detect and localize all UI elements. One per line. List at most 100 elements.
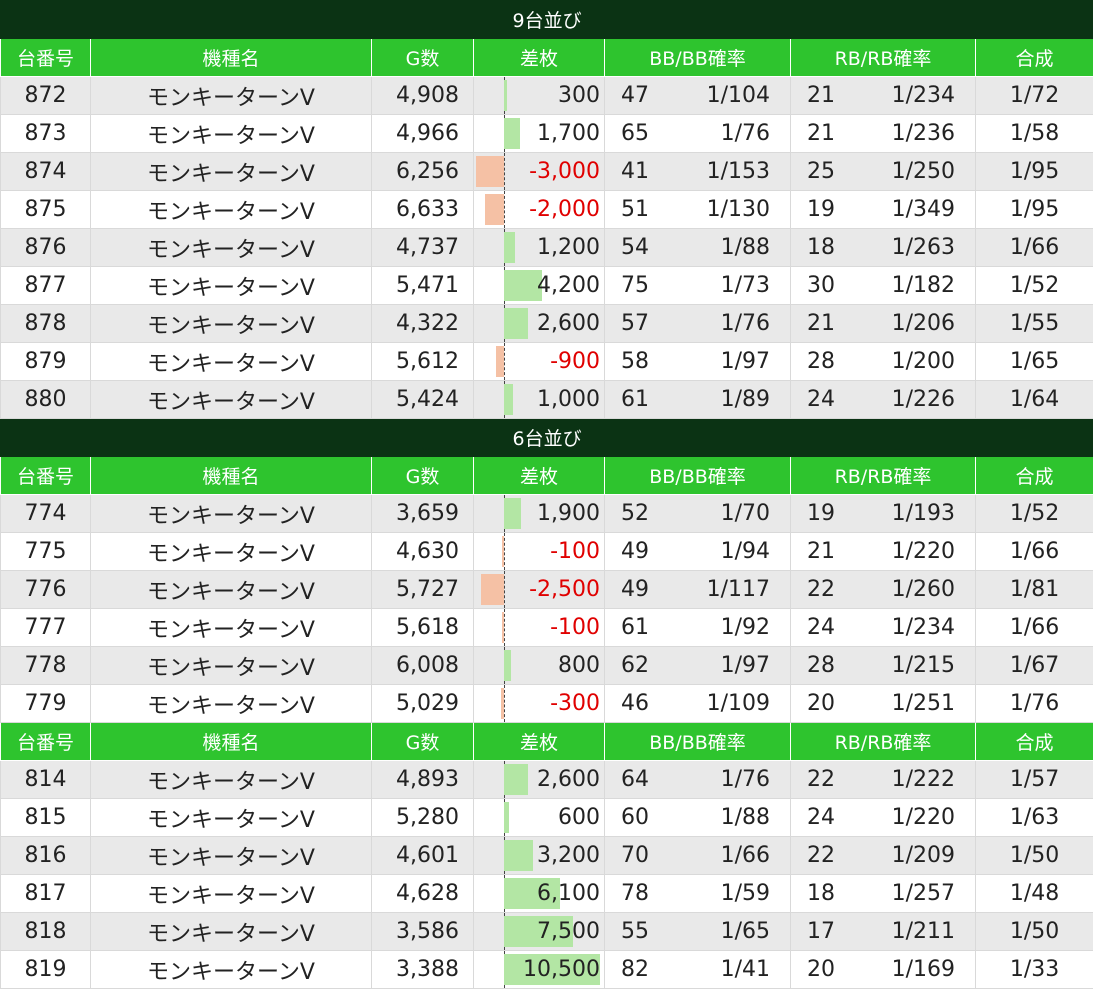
- diff-cell: 4,200: [474, 267, 605, 305]
- machine-model: モンキーターンV: [91, 837, 372, 875]
- diff-value: -2,500: [529, 577, 600, 602]
- rb-rate: 1/193: [892, 501, 955, 526]
- machine-number: 776: [1, 571, 91, 609]
- table-row: 774モンキーターンV3,6591,900521/70191/1931/52: [1, 495, 1093, 533]
- machine-number: 774: [1, 495, 91, 533]
- machine-number: 874: [1, 153, 91, 191]
- diff-cell: 7,500: [474, 913, 605, 951]
- rb-cell: 171/211: [791, 913, 976, 951]
- rb-count: 18: [807, 881, 835, 906]
- diff-bar: [504, 764, 528, 795]
- table-row: 776モンキーターンV5,727-2,500491/117221/2601/81: [1, 571, 1093, 609]
- diff-cell: -100: [474, 609, 605, 647]
- column-header: 台番号: [1, 39, 91, 77]
- bb-rate: 1/76: [721, 311, 770, 336]
- bb-count: 61: [621, 615, 649, 640]
- rb-rate: 1/349: [892, 197, 955, 222]
- machine-model: モンキーターンV: [91, 799, 372, 837]
- game-count: 3,586: [372, 913, 474, 951]
- machine-model: モンキーターンV: [91, 647, 372, 685]
- section-title: 6台並び: [1, 419, 1093, 457]
- column-header: RB/RB確率: [791, 39, 976, 77]
- combined-rate: 1/64: [976, 381, 1093, 419]
- machine-number: 879: [1, 343, 91, 381]
- diff-cell: 2,600: [474, 305, 605, 343]
- column-header: 機種名: [91, 457, 372, 495]
- diff-value: 7,500: [537, 919, 600, 944]
- diff-cell: -2,500: [474, 571, 605, 609]
- rb-rate: 1/182: [892, 273, 955, 298]
- header-row: 台番号機種名G数差枚BB/BB確率RB/RB確率合成: [1, 723, 1093, 761]
- bb-count: 41: [621, 159, 649, 184]
- game-count: 4,908: [372, 77, 474, 115]
- game-count: 5,618: [372, 609, 474, 647]
- diff-value: -900: [550, 349, 600, 374]
- machine-number: 877: [1, 267, 91, 305]
- rb-rate: 1/234: [892, 83, 955, 108]
- column-header: RB/RB確率: [791, 457, 976, 495]
- combined-rate: 1/66: [976, 229, 1093, 267]
- diff-bar: [504, 840, 533, 871]
- diff-cell: 1,200: [474, 229, 605, 267]
- rb-count: 19: [807, 197, 835, 222]
- zero-axis: [504, 609, 505, 646]
- bb-rate: 1/73: [721, 273, 770, 298]
- bb-cell: 541/88: [605, 229, 791, 267]
- machine-number: 817: [1, 875, 91, 913]
- rb-cell: 301/182: [791, 267, 976, 305]
- rb-cell: 221/209: [791, 837, 976, 875]
- rb-count: 24: [807, 615, 835, 640]
- rb-cell: 211/236: [791, 115, 976, 153]
- combined-rate: 1/50: [976, 913, 1093, 951]
- rb-rate: 1/169: [892, 957, 955, 982]
- rb-rate: 1/220: [892, 805, 955, 830]
- game-count: 5,612: [372, 343, 474, 381]
- diff-bar: [496, 346, 504, 377]
- rb-count: 22: [807, 577, 835, 602]
- bb-rate: 1/130: [707, 197, 770, 222]
- bb-rate: 1/94: [721, 539, 770, 564]
- rb-cell: 191/193: [791, 495, 976, 533]
- bb-rate: 1/59: [721, 881, 770, 906]
- bb-rate: 1/109: [707, 691, 770, 716]
- machine-model: モンキーターンV: [91, 115, 372, 153]
- diff-bar: [504, 498, 521, 529]
- machine-model: モンキーターンV: [91, 685, 372, 723]
- rb-count: 28: [807, 349, 835, 374]
- bb-rate: 1/89: [721, 387, 770, 412]
- column-header: BB/BB確率: [605, 457, 791, 495]
- rb-rate: 1/200: [892, 349, 955, 374]
- rb-cell: 281/215: [791, 647, 976, 685]
- diff-cell: 1,700: [474, 115, 605, 153]
- bb-count: 62: [621, 653, 649, 678]
- diff-value: 4,200: [537, 273, 600, 298]
- game-count: 6,633: [372, 191, 474, 229]
- combined-rate: 1/72: [976, 77, 1093, 115]
- rb-cell: 221/260: [791, 571, 976, 609]
- column-header: G数: [372, 723, 474, 761]
- bb-rate: 1/117: [707, 577, 770, 602]
- zero-axis: [504, 153, 505, 190]
- bb-cell: 751/73: [605, 267, 791, 305]
- combined-rate: 1/76: [976, 685, 1093, 723]
- bb-cell: 551/65: [605, 913, 791, 951]
- diff-cell: 6,100: [474, 875, 605, 913]
- rb-cell: 221/222: [791, 761, 976, 799]
- bb-count: 52: [621, 501, 649, 526]
- bb-cell: 601/88: [605, 799, 791, 837]
- rb-count: 24: [807, 805, 835, 830]
- rb-cell: 19 1/349: [791, 191, 976, 229]
- bb-count: 78: [621, 881, 649, 906]
- machine-model: モンキーターンV: [91, 191, 372, 229]
- column-header: G数: [372, 457, 474, 495]
- combined-rate: 1/33: [976, 951, 1093, 989]
- diff-value: 600: [558, 805, 600, 830]
- bb-count: 65: [621, 121, 649, 146]
- bb-cell: 491/94: [605, 533, 791, 571]
- diff-bar: [504, 232, 515, 263]
- table-row: 874モンキーターンV6,256-3,000411/153251/2501/95: [1, 153, 1093, 191]
- bb-count: 46: [621, 691, 649, 716]
- bb-rate: 1/104: [707, 83, 770, 108]
- rb-rate: 1/234: [892, 615, 955, 640]
- rb-cell: 211/206: [791, 305, 976, 343]
